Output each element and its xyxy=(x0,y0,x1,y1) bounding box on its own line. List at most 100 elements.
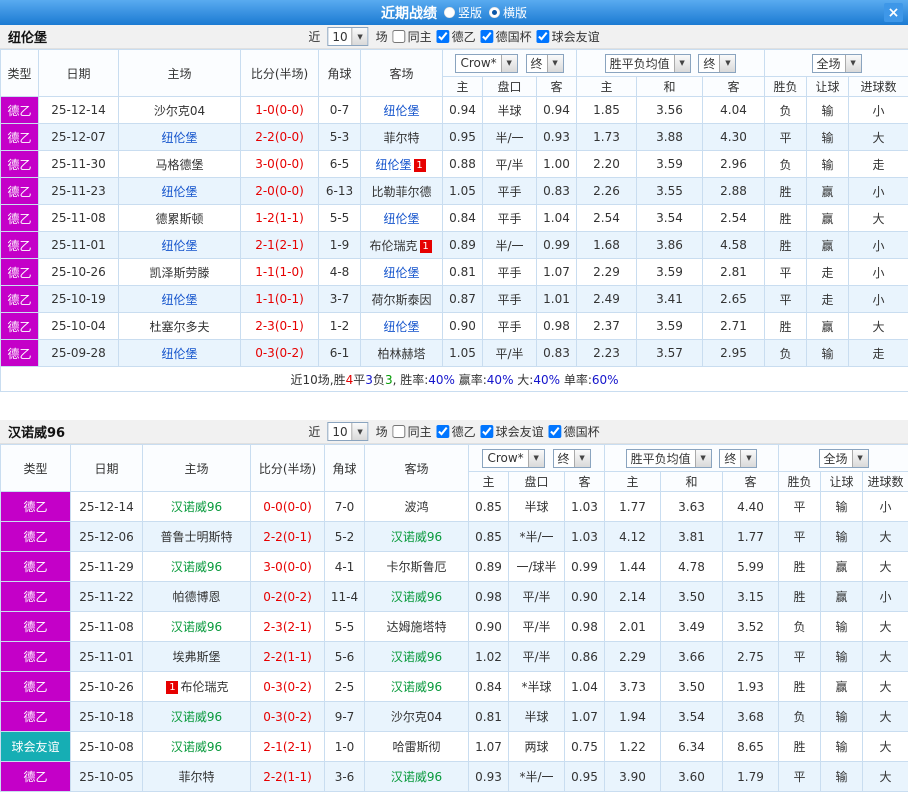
team-section-hannover: 汉诺威96 近 10 场 同主德乙球会友谊德国杯 类型 日期 主场 比分(半场)… xyxy=(0,420,908,792)
asia-away-odds: 0.75 xyxy=(565,732,605,762)
filter-checkbox[interactable]: 德乙 xyxy=(437,28,476,45)
team-link[interactable]: 柏林赫塔 xyxy=(377,347,425,361)
filter-checkbox[interactable]: 同主 xyxy=(393,28,432,45)
team-link[interactable]: 纽伦堡 xyxy=(161,347,197,361)
team-link[interactable]: 马格德堡 xyxy=(155,158,203,172)
score-cell: 1-1(1-0) xyxy=(241,259,319,286)
filter-checkbox[interactable]: 球会友谊 xyxy=(481,423,544,440)
wdl-average-select[interactable]: 胜平负均值 xyxy=(605,54,691,73)
team-link[interactable]: 沙尔克04 xyxy=(154,104,205,118)
result-cell: 负 xyxy=(765,97,807,124)
checkbox-input[interactable] xyxy=(393,30,406,43)
odds-stage-select[interactable]: 终 xyxy=(553,449,591,468)
team-link[interactable]: 纽伦堡 xyxy=(161,239,197,253)
team-link[interactable]: 哈雷斯彻 xyxy=(392,740,440,754)
checkbox-label: 同主 xyxy=(408,423,432,440)
scope-select[interactable]: 全场 xyxy=(812,54,862,73)
team-link[interactable]: 纽伦堡 xyxy=(383,212,419,226)
radio-icon xyxy=(444,7,455,18)
games-count-select[interactable]: 10 xyxy=(327,422,368,441)
col-type: 类型 xyxy=(1,445,71,492)
team-link[interactable]: 汉诺威96 xyxy=(171,740,222,754)
chevron-down-icon xyxy=(719,55,735,72)
asia-home-odds: 1.05 xyxy=(443,340,483,367)
date-cell: 25-11-01 xyxy=(39,232,119,259)
team-link[interactable]: 纽伦堡 xyxy=(161,131,197,145)
team-link[interactable]: 普鲁士明斯特 xyxy=(160,530,232,544)
odds-company-select[interactable]: Crow* xyxy=(482,449,544,468)
team-link[interactable]: 卡尔斯鲁厄 xyxy=(386,560,446,574)
team-link[interactable]: 汉诺威96 xyxy=(391,770,442,784)
home-team-cell: 纽伦堡 xyxy=(119,286,241,313)
team-link[interactable]: 纽伦堡 xyxy=(383,104,419,118)
filter-checkbox[interactable]: 德国杯 xyxy=(481,28,532,45)
asia-handicap: 一/球半 xyxy=(509,552,565,582)
corner-cell: 3-6 xyxy=(325,762,365,792)
asia-home-odds: 0.98 xyxy=(469,582,509,612)
team-link[interactable]: 汉诺威96 xyxy=(391,590,442,604)
wdl-stage-select[interactable]: 终 xyxy=(719,449,757,468)
wdl-average-select[interactable]: 胜平负均值 xyxy=(626,449,712,468)
team-link[interactable]: 德累斯顿 xyxy=(155,212,203,226)
checkbox-input[interactable] xyxy=(481,30,494,43)
checkbox-input[interactable] xyxy=(437,30,450,43)
layout-radio-vertical[interactable]: 竖版 xyxy=(444,4,482,21)
team-link[interactable]: 纽伦堡 xyxy=(383,266,419,280)
away-team-cell: 达姆施塔特 xyxy=(365,612,469,642)
team-link[interactable]: 纽伦堡 xyxy=(161,185,197,199)
team-link[interactable]: 沙尔克04 xyxy=(391,710,442,724)
checkbox-input[interactable] xyxy=(393,425,406,438)
filter-checkbox[interactable]: 德国杯 xyxy=(549,423,600,440)
asia-home-odds: 0.85 xyxy=(469,492,509,522)
team-link[interactable]: 埃弗斯堡 xyxy=(172,650,220,664)
team-link[interactable]: 菲尔特 xyxy=(178,770,214,784)
team-link[interactable]: 纽伦堡 xyxy=(383,320,419,334)
team-link[interactable]: 荷尔斯泰因 xyxy=(371,293,431,307)
red-card-badge: 1 xyxy=(414,159,426,172)
team-link[interactable]: 汉诺威96 xyxy=(391,530,442,544)
team-link[interactable]: 帕德博恩 xyxy=(172,590,220,604)
handicap-result-cell: 输 xyxy=(821,762,863,792)
checkbox-input[interactable] xyxy=(481,425,494,438)
euro-home-odds: 1.44 xyxy=(605,552,661,582)
team-link[interactable]: 布伦瑞克 xyxy=(180,680,228,694)
checkbox-input[interactable] xyxy=(437,425,450,438)
team-link[interactable]: 汉诺威96 xyxy=(171,710,222,724)
away-team-cell: 沙尔克04 xyxy=(365,702,469,732)
checkbox-input[interactable] xyxy=(549,425,562,438)
team-link[interactable]: 汉诺威96 xyxy=(391,680,442,694)
team-link[interactable]: 达姆施塔特 xyxy=(386,620,446,634)
checkbox-label: 球会友谊 xyxy=(496,423,544,440)
team-link[interactable]: 波鸿 xyxy=(404,500,428,514)
team-link[interactable]: 汉诺威96 xyxy=(171,560,222,574)
odds-stage-select[interactable]: 终 xyxy=(526,54,564,73)
date-cell: 25-10-26 xyxy=(39,259,119,286)
close-button[interactable]: × xyxy=(884,3,903,22)
team-section-nuremberg: 纽伦堡 近 10 场 同主德乙德国杯球会友谊 类型 日期 主场 比分(半场) 角… xyxy=(0,25,908,392)
team-link[interactable]: 汉诺威96 xyxy=(391,650,442,664)
scope-select[interactable]: 全场 xyxy=(819,449,869,468)
filter-checkbox[interactable]: 德乙 xyxy=(437,423,476,440)
wdl-stage-select[interactable]: 终 xyxy=(698,54,736,73)
odds-company-select[interactable]: Crow* xyxy=(455,54,517,73)
summary-segment: 40% xyxy=(533,373,560,387)
goals-result-cell: 小 xyxy=(863,582,908,612)
filter-checkbox[interactable]: 球会友谊 xyxy=(537,28,600,45)
sub-col-handicap-result: 让球 xyxy=(821,472,863,492)
team-link[interactable]: 比勒菲尔德 xyxy=(371,185,431,199)
filter-checkbox[interactable]: 同主 xyxy=(393,423,432,440)
team-link[interactable]: 纽伦堡 xyxy=(375,158,411,172)
team-link[interactable]: 汉诺威96 xyxy=(171,620,222,634)
date-cell: 25-11-08 xyxy=(39,205,119,232)
away-team-cell: 哈雷斯彻 xyxy=(365,732,469,762)
team-link[interactable]: 杜塞尔多夫 xyxy=(149,320,209,334)
euro-home-odds: 1.22 xyxy=(605,732,661,762)
team-link[interactable]: 纽伦堡 xyxy=(161,293,197,307)
team-link[interactable]: 汉诺威96 xyxy=(171,500,222,514)
layout-radio-horizontal[interactable]: 横版 xyxy=(489,4,527,21)
games-count-select[interactable]: 10 xyxy=(327,27,368,46)
team-link[interactable]: 菲尔特 xyxy=(383,131,419,145)
checkbox-input[interactable] xyxy=(537,30,550,43)
team-link[interactable]: 布伦瑞克 xyxy=(369,239,417,253)
team-link[interactable]: 凯泽斯劳滕 xyxy=(149,266,209,280)
